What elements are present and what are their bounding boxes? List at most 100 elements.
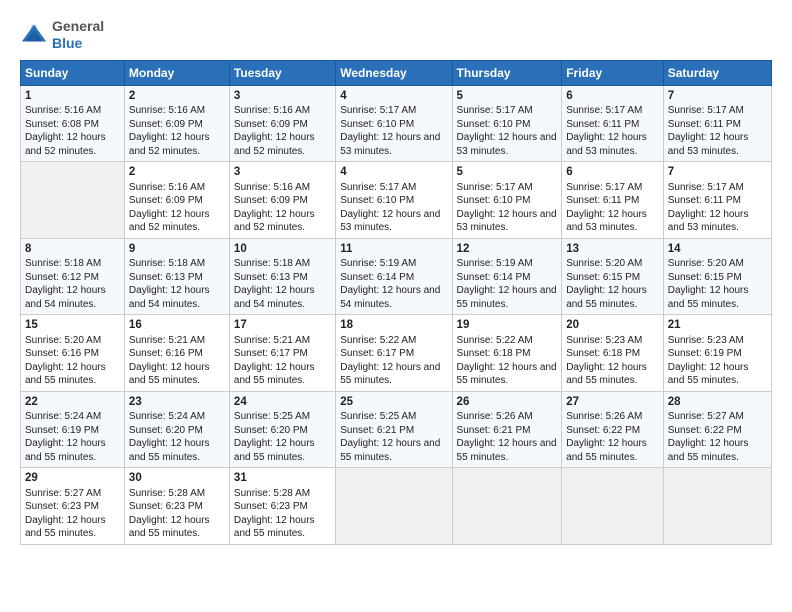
cell-text: Sunset: 6:20 PM [234,425,308,436]
cell-text: Daylight: 12 hours and 55 minutes. [457,362,557,387]
day-number: 1 [25,89,120,105]
cell-text: Sunset: 6:10 PM [340,119,414,130]
day-number: 7 [668,89,767,105]
cell-text: Sunset: 6:19 PM [668,348,742,359]
day-number: 22 [25,395,120,411]
cell-text: Sunset: 6:21 PM [340,425,414,436]
cell-text: Sunset: 6:15 PM [668,272,742,283]
day-number: 6 [566,165,659,181]
cell-text: Sunset: 6:14 PM [457,272,531,283]
cell-text: Sunset: 6:11 PM [668,195,741,206]
cell-text: Sunset: 6:18 PM [457,348,531,359]
logo-text: General Blue [52,18,104,52]
cell-text: Daylight: 12 hours and 53 minutes. [457,132,557,157]
cell-text: Daylight: 12 hours and 55 minutes. [25,362,106,387]
table-cell: 13Sunrise: 5:20 AMSunset: 6:15 PMDayligh… [562,238,664,315]
col-saturday: Saturday [663,60,771,85]
day-number: 31 [234,471,331,487]
day-number: 15 [25,318,120,334]
cell-text: Sunrise: 5:17 AM [457,105,533,116]
cell-text: Sunrise: 5:24 AM [129,411,205,422]
cell-text: Sunset: 6:23 PM [234,501,308,512]
table-cell: 16Sunrise: 5:21 AMSunset: 6:16 PMDayligh… [124,315,229,392]
day-number: 2 [129,89,225,105]
cell-text: Daylight: 12 hours and 55 minutes. [457,285,557,310]
cell-text: Sunrise: 5:20 AM [25,335,101,346]
cell-text: Sunset: 6:22 PM [668,425,742,436]
cell-text: Sunset: 6:16 PM [25,348,99,359]
col-wednesday: Wednesday [336,60,452,85]
cell-text: Sunset: 6:08 PM [25,119,99,130]
calendar-body: 1 Sunrise: 5:16 AM Sunset: 6:08 PM Daylight… [21,85,772,544]
cell-text: Sunrise: 5:20 AM [668,258,744,269]
day-number: 3 [234,165,331,181]
cell-text: Daylight: 12 hours and 55 minutes. [668,362,749,387]
cell-text: Sunrise: 5:28 AM [234,488,310,499]
table-cell: 12Sunrise: 5:19 AMSunset: 6:14 PMDayligh… [452,238,562,315]
cell-text: Daylight: 12 hours and 54 minutes. [25,285,106,310]
cell-text: Sunset: 6:11 PM [566,195,639,206]
day-number: 20 [566,318,659,334]
cell-text: Daylight: 12 hours and 53 minutes. [566,209,647,234]
logo-icon [20,21,48,49]
cell-text: Sunrise: 5:27 AM [25,488,101,499]
day-number: 10 [234,242,331,258]
day-number: 29 [25,471,120,487]
cell-text: Daylight: 12 hours and 55 minutes. [340,438,440,463]
day-number: 5 [457,165,558,181]
cell-text: Daylight: 12 hours and 53 minutes. [340,132,440,157]
cell-text: Sunrise: 5:25 AM [340,411,416,422]
cell-text: Sunrise: 5:22 AM [340,335,416,346]
table-row: 15Sunrise: 5:20 AM Sunset: 6:16 PM Dayligh… [21,315,772,392]
cell-text: Daylight: 12 hours and 53 minutes. [340,209,440,234]
col-sunday: Sunday [21,60,125,85]
cell-text: Daylight: 12 hours and 55 minutes. [340,362,440,387]
logo-blue: Blue [52,35,82,51]
table-row: 8Sunrise: 5:18 AMSunset: 6:12 PMDaylight… [21,238,772,315]
table-cell: 7Sunrise: 5:17 AMSunset: 6:11 PMDaylight… [663,85,771,162]
cell-text: Sunrise: 5:18 AM [25,258,101,269]
table-cell: 31Sunrise: 5:28 AMSunset: 6:23 PMDayligh… [229,468,335,545]
cell-text: Sunrise: 5:16 AM [234,182,310,193]
cell-text: Sunrise: 5:17 AM [668,105,744,116]
cell-text: Daylight: 12 hours and 52 minutes. [234,132,315,157]
table-cell: 29Sunrise: 5:27 AMSunset: 6:23 PMDayligh… [21,468,125,545]
cell-text: Sunset: 6:10 PM [457,195,531,206]
cell-text: Sunset: 6:14 PM [340,272,414,283]
day-number: 17 [234,318,331,334]
table-cell [336,468,452,545]
cell-text: Daylight: 12 hours and 53 minutes. [566,132,647,157]
cell-text: Sunset: 6:09 PM [129,195,203,206]
table-cell: 15Sunrise: 5:20 AM Sunset: 6:16 PM Dayligh… [21,315,125,392]
table-cell [452,468,562,545]
day-number: 4 [340,89,447,105]
cell-text: Sunrise: 5:16 AM [129,182,205,193]
col-monday: Monday [124,60,229,85]
cell-text: Sunrise: 5:19 AM [457,258,533,269]
day-number: 30 [129,471,225,487]
logo-general: General [52,18,104,34]
table-cell: 4Sunrise: 5:17 AM Sunset: 6:10 PM Daylight… [336,85,452,162]
cell-text: Daylight: 12 hours and 55 minutes. [668,438,749,463]
cell-text: Sunrise: 5:27 AM [668,411,744,422]
table-cell: 22Sunrise: 5:24 AMSunset: 6:19 PMDayligh… [21,391,125,468]
cell-text: Daylight: 12 hours and 53 minutes. [668,209,749,234]
cell-text: Sunset: 6:10 PM [457,119,531,130]
day-number: 9 [129,242,225,258]
cell-text: Sunrise: 5:17 AM [340,182,416,193]
cell-text: Sunrise: 5:22 AM [457,335,533,346]
cell-text: Sunrise: 5:28 AM [129,488,205,499]
cell-text: Sunrise: 5:16 AM [129,105,205,116]
cell-text: Sunrise: 5:17 AM [340,105,416,116]
table-cell: 30Sunrise: 5:28 AMSunset: 6:23 PMDayligh… [124,468,229,545]
cell-text: Sunset: 6:09 PM [234,119,308,130]
cell-text: Daylight: 12 hours and 52 minutes. [25,132,106,157]
day-number: 14 [668,242,767,258]
cell-text: Sunrise: 5:17 AM [668,182,744,193]
table-row: 29Sunrise: 5:27 AMSunset: 6:23 PMDayligh… [21,468,772,545]
cell-text: Daylight: 12 hours and 52 minutes. [129,132,210,157]
cell-text: Sunset: 6:17 PM [340,348,414,359]
table-cell: 6Sunrise: 5:17 AMSunset: 6:11 PMDaylight… [562,162,664,239]
cell-text: Daylight: 12 hours and 55 minutes. [234,362,315,387]
day-number: 11 [340,242,447,258]
